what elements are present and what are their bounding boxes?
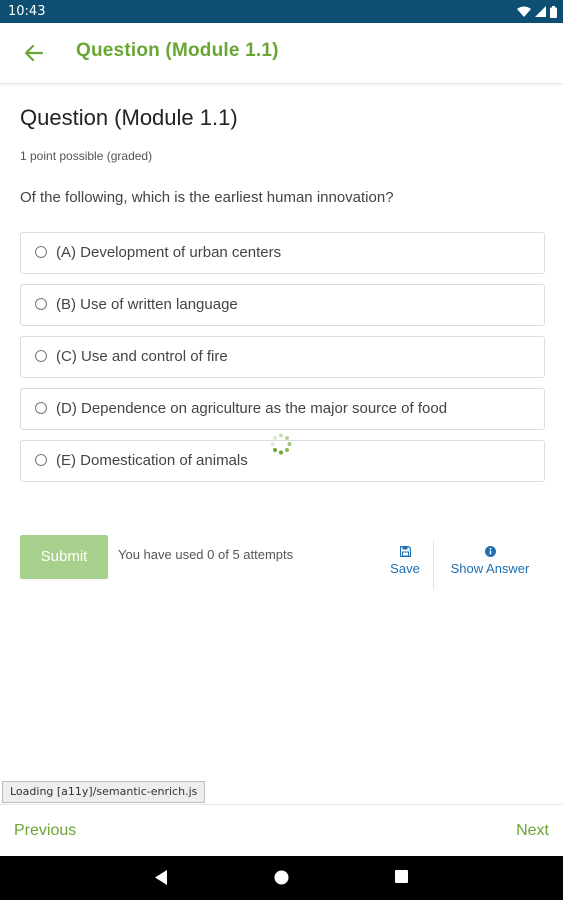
action-divider <box>433 540 434 590</box>
wifi-icon <box>517 6 531 17</box>
info-circle-icon <box>484 546 496 557</box>
answer-option-label: (A) Development of urban centers <box>56 244 282 261</box>
system-navigation-bar <box>0 856 563 900</box>
show-answer-label: Show Answer <box>450 561 530 576</box>
submit-button[interactable]: Submit <box>20 535 108 579</box>
radio-button[interactable] <box>35 454 47 466</box>
points-possible: 1 point possible (graded) <box>20 149 153 163</box>
cell-signal-icon <box>535 6 546 17</box>
spinner-icon <box>270 433 292 455</box>
answer-option-c[interactable]: (C) Use and control of fire <box>20 336 545 378</box>
attempts-text: You have used 0 of 5 attempts <box>118 547 294 562</box>
arrow-left-icon[interactable] <box>22 41 46 65</box>
app-bar: Question (Module 1.1) <box>0 23 563 84</box>
floppy-disk-icon <box>399 546 411 557</box>
radio-button[interactable] <box>35 246 47 258</box>
radio-button[interactable] <box>35 402 47 414</box>
loading-status: Loading [a11y]/semantic-enrich.js <box>2 781 206 803</box>
answer-option-d[interactable]: (D) Dependence on agriculture as the maj… <box>20 388 545 430</box>
status-icons <box>517 0 557 23</box>
back-triangle-icon[interactable] <box>153 869 169 886</box>
question-heading: Question (Module 1.1) <box>20 105 238 130</box>
status-time: 10:43 <box>8 4 46 19</box>
home-circle-icon[interactable] <box>273 869 290 886</box>
answer-option-a[interactable]: (A) Development of urban centers <box>20 232 545 274</box>
answer-option-label: (B) Use of written language <box>56 296 238 313</box>
radio-button[interactable] <box>35 298 47 310</box>
show-answer-button[interactable]: Show Answer <box>444 546 536 576</box>
save-button[interactable]: Save <box>385 546 425 576</box>
recents-square-icon[interactable] <box>394 869 409 884</box>
answer-option-label: (C) Use and control of fire <box>56 348 228 365</box>
bottom-navigation: Previous Next <box>0 804 563 857</box>
answer-option-label: (E) Domestication of animals <box>56 452 248 469</box>
next-button[interactable]: Next <box>516 822 549 840</box>
previous-button[interactable]: Previous <box>14 822 76 840</box>
question-prompt: Of the following, which is the earliest … <box>20 189 394 206</box>
battery-icon <box>550 5 557 18</box>
answer-option-b[interactable]: (B) Use of written language <box>20 284 545 326</box>
status-bar: 10:43 <box>0 0 563 23</box>
answer-option-label: (D) Dependence on agriculture as the maj… <box>56 400 448 417</box>
radio-button[interactable] <box>35 350 47 362</box>
app-bar-title: Question (Module 1.1) <box>76 40 279 61</box>
save-label: Save <box>390 561 420 576</box>
